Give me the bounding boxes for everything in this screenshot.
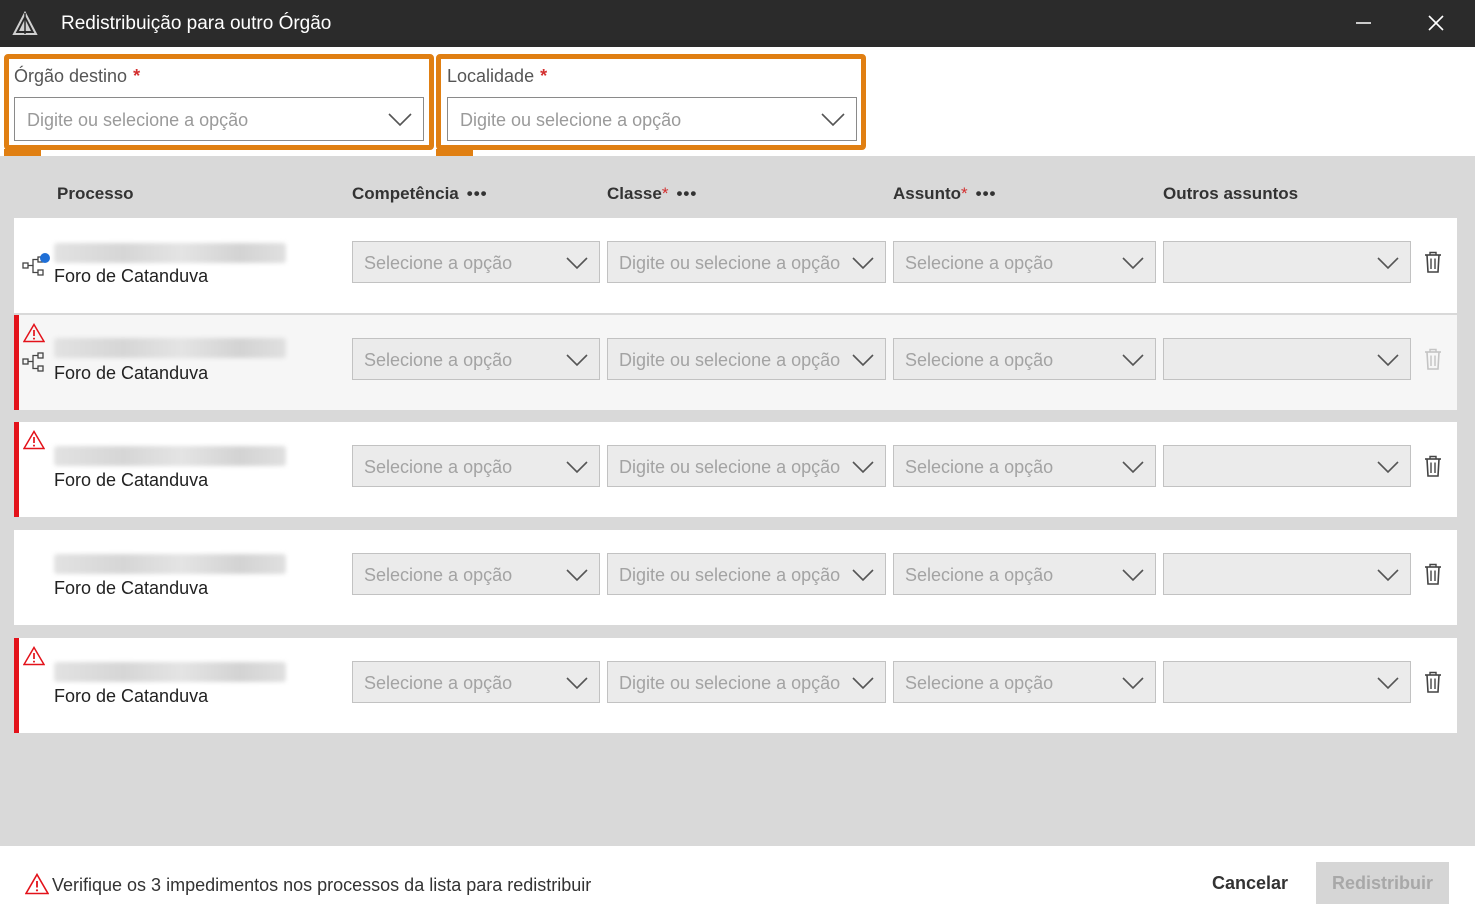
notification-dot: [40, 253, 50, 263]
chevron-down-icon: [1122, 461, 1144, 474]
assunto-select[interactable]: Selecione a opção: [893, 553, 1156, 595]
warning-icon: [23, 323, 45, 343]
redistribute-button[interactable]: Redistribuir: [1316, 862, 1449, 904]
competencia-select[interactable]: Selecione a opção: [352, 553, 600, 595]
process-location: Foro de Catanduva: [54, 363, 209, 383]
triangle-logo-icon: [12, 11, 38, 35]
close-icon: [1428, 15, 1444, 31]
minimize-button[interactable]: [1340, 0, 1386, 47]
trash-icon[interactable]: [1423, 562, 1443, 586]
col-header-processo: Processo: [57, 184, 134, 203]
competencia-select[interactable]: Selecione a opção: [352, 445, 600, 487]
outros-assuntos-select[interactable]: [1163, 241, 1411, 283]
classe-select[interactable]: Digite ou selecione a opção: [607, 553, 886, 595]
process-number-redacted: [54, 554, 286, 574]
highlight-localidade: [436, 54, 866, 150]
chevron-down-icon: [566, 354, 588, 367]
col-header-outros-assuntos: Outros assuntos: [1163, 184, 1299, 203]
process-location: Foro de Catanduva: [54, 686, 209, 706]
classe-select[interactable]: Digite ou selecione a opção: [607, 661, 886, 703]
process-number-redacted: [54, 446, 286, 466]
col-header-assunto: Assunto* •••: [893, 184, 997, 203]
error-indicator-bar: [14, 315, 19, 410]
col-header-classe: Classe* •••: [607, 184, 698, 203]
chevron-down-icon: [1377, 677, 1399, 690]
outros-assuntos-select[interactable]: [1163, 445, 1411, 487]
title-bar: Redistribuição para outro Órgão: [0, 0, 1475, 47]
trash-icon[interactable]: [1423, 347, 1443, 371]
assunto-select[interactable]: Selecione a opção: [893, 445, 1156, 487]
chevron-down-icon: [1122, 354, 1144, 367]
process-number-redacted: [54, 662, 286, 682]
warning-icon: [25, 873, 49, 895]
chevron-down-icon: [1122, 257, 1144, 270]
close-button[interactable]: [1413, 0, 1459, 47]
chevron-down-icon: [852, 461, 874, 474]
table-row: Foro de Catanduva Selecione a opção Digite…: [14, 422, 1457, 517]
chevron-down-icon: [852, 569, 874, 582]
table-row: Foro de Catanduva Selecione a opção Digite…: [14, 218, 1457, 313]
window-title: Redistribuição para outro Órgão: [61, 13, 332, 34]
process-location: Foro de Catanduva: [54, 470, 209, 490]
chevron-down-icon: [566, 677, 588, 690]
chevron-down-icon: [1377, 569, 1399, 582]
cancel-button[interactable]: Cancelar: [1192, 862, 1308, 904]
competencia-select[interactable]: Selecione a opção: [352, 241, 600, 283]
chevron-down-icon: [1377, 461, 1399, 474]
chevron-down-icon: [852, 677, 874, 690]
outros-assuntos-select[interactable]: [1163, 338, 1411, 380]
warning-icon: [23, 646, 45, 666]
assunto-select[interactable]: Selecione a opção: [893, 661, 1156, 703]
table-row: Foro de Catanduva Selecione a opção Digite…: [14, 638, 1457, 733]
process-location: Foro de Catanduva: [54, 266, 209, 286]
chevron-down-icon: [1122, 677, 1144, 690]
chevron-down-icon: [566, 461, 588, 474]
more-options-icon[interactable]: •••: [976, 184, 997, 203]
more-options-icon[interactable]: •••: [676, 184, 697, 203]
process-number-redacted: [54, 243, 286, 263]
error-indicator-bar: [14, 422, 19, 517]
chevron-down-icon: [852, 354, 874, 367]
col-header-competencia: Competência •••: [352, 184, 488, 203]
process-location: Foro de Catanduva: [54, 578, 209, 598]
chevron-down-icon: [852, 257, 874, 270]
more-options-icon[interactable]: •••: [467, 184, 488, 203]
classe-select[interactable]: Digite ou selecione a opção: [607, 241, 886, 283]
highlight-orgao-destino: [4, 54, 434, 150]
competencia-select[interactable]: Selecione a opção: [352, 338, 600, 380]
chevron-down-icon: [1377, 257, 1399, 270]
table-row: Foro de Catanduva Selecione a opção Digite…: [14, 315, 1457, 410]
impediments-message: Verifique os 3 impedimentos nos processo…: [52, 875, 592, 895]
chevron-down-icon: [566, 569, 588, 582]
chevron-down-icon: [566, 257, 588, 270]
competencia-select[interactable]: Selecione a opção: [352, 661, 600, 703]
assunto-select[interactable]: Selecione a opção: [893, 338, 1156, 380]
chevron-down-icon: [1122, 569, 1144, 582]
table-row: Foro de Catanduva Selecione a opção Digite…: [14, 530, 1457, 625]
chevron-down-icon: [1377, 354, 1399, 367]
minimize-icon: [1356, 22, 1371, 24]
outros-assuntos-select[interactable]: [1163, 661, 1411, 703]
trash-icon[interactable]: [1423, 670, 1443, 694]
classe-select[interactable]: Digite ou selecione a opção: [607, 445, 886, 487]
error-indicator-bar: [14, 638, 19, 733]
process-number-redacted: [54, 338, 286, 358]
classe-select[interactable]: Digite ou selecione a opção: [607, 338, 886, 380]
dialog-footer: Verifique os 3 impedimentos nos processo…: [0, 846, 1475, 923]
process-tree-icon: [22, 352, 44, 372]
assunto-select[interactable]: Selecione a opção: [893, 241, 1156, 283]
trash-icon[interactable]: [1423, 454, 1443, 478]
trash-icon[interactable]: [1423, 250, 1443, 274]
outros-assuntos-select[interactable]: [1163, 553, 1411, 595]
warning-icon: [23, 430, 45, 450]
